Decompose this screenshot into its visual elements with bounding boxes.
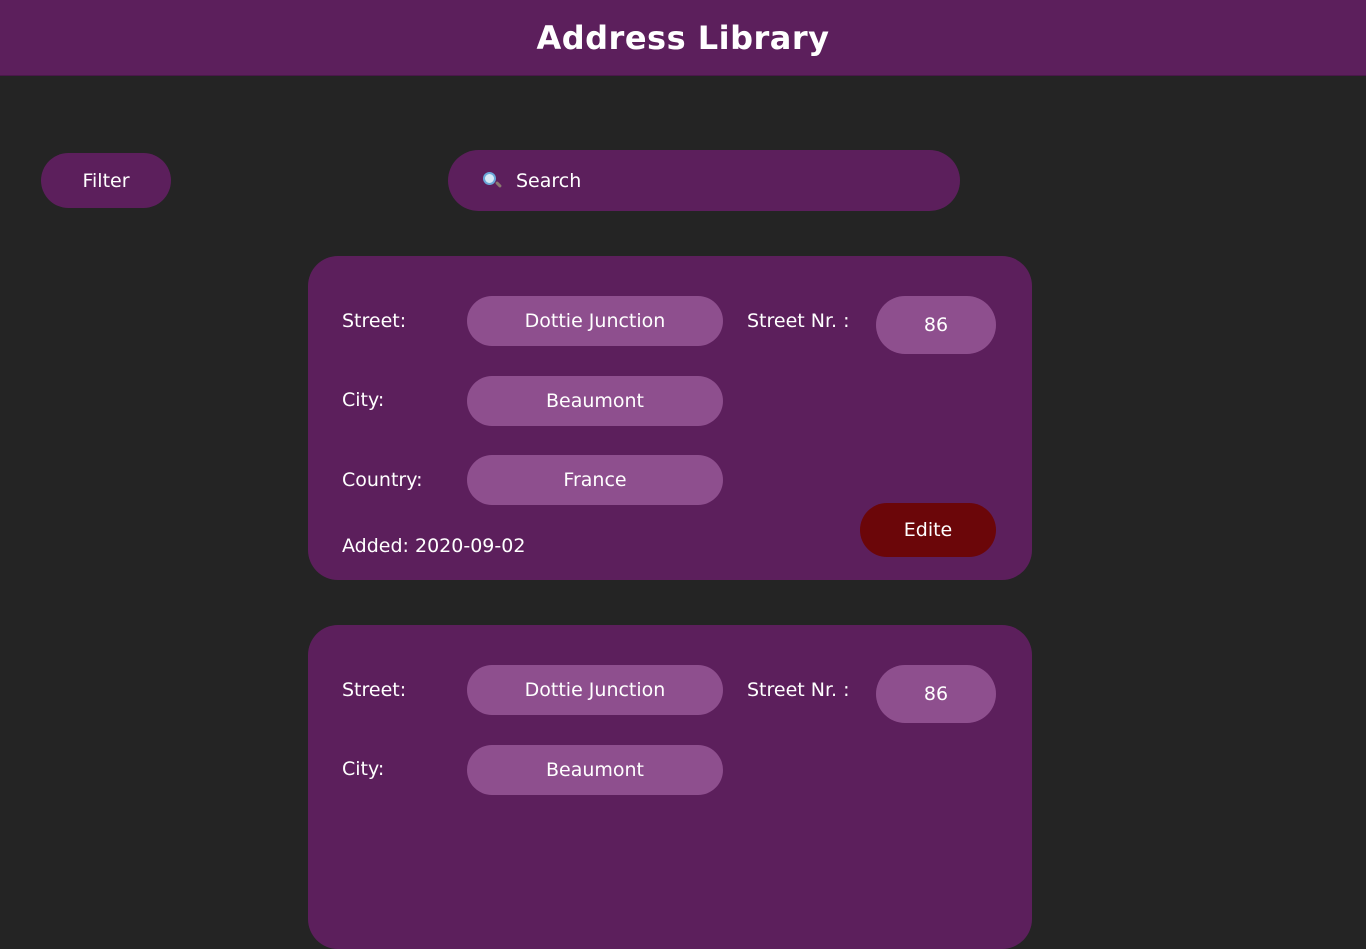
app-header: Address Library bbox=[0, 0, 1366, 76]
search-input[interactable]: Search bbox=[448, 150, 960, 211]
filter-button[interactable]: Filter bbox=[41, 153, 171, 208]
city-label: City: bbox=[342, 758, 385, 780]
street-label: Street: bbox=[342, 310, 407, 332]
street-nr-value: 86 bbox=[876, 296, 996, 354]
country-value: France bbox=[467, 455, 723, 505]
street-nr-label: Street Nr. : bbox=[747, 679, 850, 701]
street-nr-label: Street Nr. : bbox=[747, 310, 850, 332]
city-value: Beaumont bbox=[467, 745, 723, 795]
street-value: Dottie Junction bbox=[467, 296, 723, 346]
street-value: Dottie Junction bbox=[467, 665, 723, 715]
address-card: Street: Dottie Junction Street Nr. : 86 … bbox=[308, 256, 1032, 580]
added-label: Added: bbox=[342, 535, 409, 557]
city-value: Beaumont bbox=[467, 376, 723, 426]
edit-button[interactable]: Edite bbox=[860, 503, 996, 557]
street-nr-value: 86 bbox=[876, 665, 996, 723]
added-value: 2020-09-02 bbox=[414, 535, 526, 557]
address-card: Street: Dottie Junction Street Nr. : 86 … bbox=[308, 625, 1032, 949]
added-date: Added: 2020-09-02 bbox=[342, 535, 525, 557]
search-icon bbox=[482, 171, 503, 191]
country-label: Country: bbox=[342, 469, 423, 491]
street-label: Street: bbox=[342, 679, 407, 701]
page-title: Address Library bbox=[536, 18, 830, 57]
city-label: City: bbox=[342, 389, 385, 411]
search-placeholder: Search bbox=[516, 169, 582, 192]
